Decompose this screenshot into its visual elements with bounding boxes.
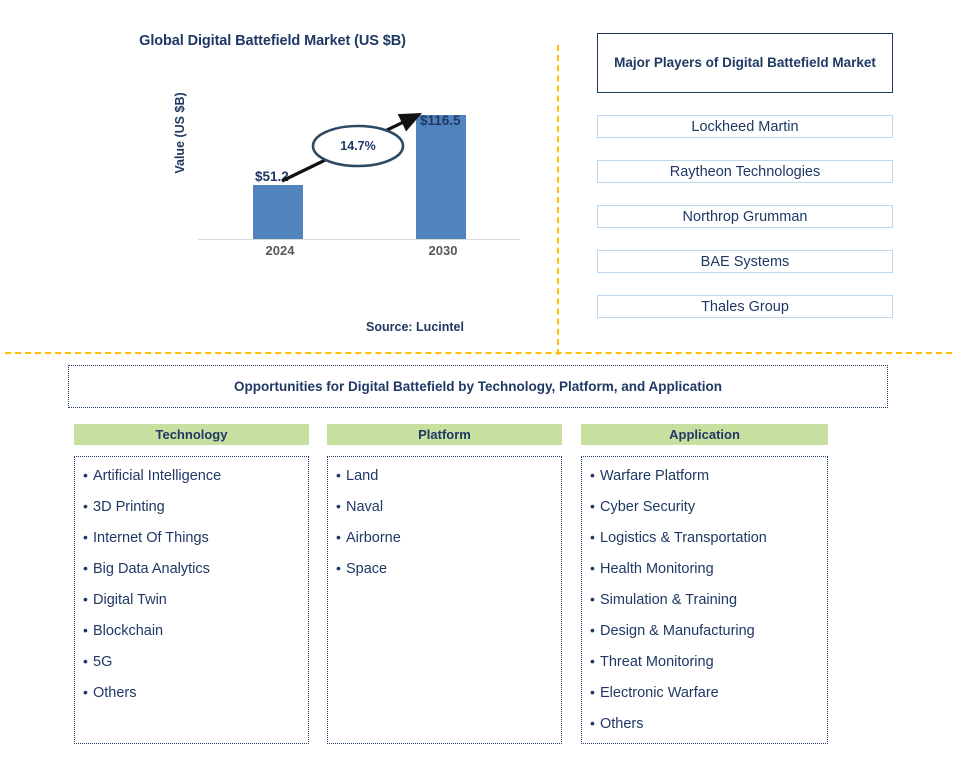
bullet-icon: •	[336, 560, 341, 576]
list-item: • Design & Manufacturing	[590, 623, 821, 639]
list-item: • Big Data Analytics	[83, 561, 302, 577]
list-item: • Airborne	[336, 530, 555, 546]
bullet-icon: •	[336, 498, 341, 514]
bullet-icon: •	[83, 529, 88, 545]
list-item-label: Others	[93, 685, 137, 701]
bullet-icon: •	[83, 653, 88, 669]
list-item: • 5G	[83, 654, 302, 670]
list-item-label: Others	[600, 716, 644, 732]
column-body-platform: • Land • Naval • Airborne • Space	[327, 456, 562, 744]
list-item: • 3D Printing	[83, 499, 302, 515]
list-item-label: Cyber Security	[600, 499, 696, 515]
list-item: • Naval	[336, 499, 555, 515]
column-header-application: Application	[581, 424, 828, 445]
list-item: • Cyber Security	[590, 499, 821, 515]
chart-axis-line	[198, 239, 520, 240]
bullet-icon: •	[590, 684, 595, 700]
list-item: • Blockchain	[83, 623, 302, 639]
bullet-icon: •	[590, 591, 595, 607]
column-body-application: • Warfare Platform • Cyber Security • Logis…	[581, 456, 828, 744]
list-item-label: Big Data Analytics	[93, 561, 210, 577]
source-note: Source: Lucintel	[366, 320, 464, 334]
bullet-icon: •	[83, 560, 88, 576]
opportunity-column-application: Application • Warfare Platform • Cyber Sec…	[581, 424, 828, 744]
list-item-label: Blockchain	[93, 623, 164, 639]
list-item: • Electronic Warfare	[590, 685, 821, 701]
y-axis-title: Value (US $B)	[173, 92, 187, 174]
list-item-label: Internet Of Things	[93, 530, 209, 546]
list-item: • Others	[590, 716, 821, 732]
list-item-label: Threat Monitoring	[600, 654, 714, 670]
opportunity-column-technology: Technology • Artificial Intelligence • 3D …	[74, 424, 309, 744]
list-item: • Simulation & Training	[590, 592, 821, 608]
bullet-icon: •	[590, 467, 595, 483]
bullet-icon: •	[590, 653, 595, 669]
bullet-icon: •	[83, 498, 88, 514]
major-players-panel: Major Players of Digital Battefield Mark…	[597, 33, 893, 318]
column-header-technology: Technology	[74, 424, 309, 445]
column-body-technology: • Artificial Intelligence • 3D Printing • I…	[74, 456, 309, 744]
list-item-label: Land	[346, 468, 379, 484]
list-item: • Threat Monitoring	[590, 654, 821, 670]
list-item: • Logistics & Transportation	[590, 530, 821, 546]
column-header-platform: Platform	[327, 424, 562, 445]
list-item-label: 3D Printing	[93, 499, 165, 515]
list-item: • Space	[336, 561, 555, 577]
bullet-icon: •	[590, 498, 595, 514]
cagr-value-label: 14.7%	[340, 139, 376, 153]
list-item: • Internet Of Things	[83, 530, 302, 546]
list-item: • Digital Twin	[83, 592, 302, 608]
list-item-label: Digital Twin	[93, 592, 167, 608]
player-box[interactable]: BAE Systems	[597, 250, 893, 273]
bullet-icon: •	[83, 684, 88, 700]
list-item-label: Health Monitoring	[600, 561, 714, 577]
list-item-label: Airborne	[346, 530, 401, 546]
list-item: • Artificial Intelligence	[83, 468, 302, 484]
list-item-label: Warfare Platform	[600, 468, 710, 484]
bullet-icon: •	[336, 529, 341, 545]
list-item-label: Simulation & Training	[600, 592, 738, 608]
vertical-divider	[557, 45, 559, 355]
bullet-icon: •	[590, 715, 595, 731]
bullet-icon: •	[83, 622, 88, 638]
list-item-label: Space	[346, 561, 388, 577]
chart-title: Global Digital Battefield Market (US $B)	[139, 33, 406, 49]
major-players-header: Major Players of Digital Battefield Mark…	[597, 33, 893, 93]
market-chart-panel: Global Digital Battefield Market (US $B)…	[0, 0, 545, 352]
bullet-icon: •	[83, 591, 88, 607]
bullet-icon: •	[590, 622, 595, 638]
player-box[interactable]: Lockheed Martin	[597, 115, 893, 138]
list-item-label: Logistics & Transportation	[600, 530, 767, 546]
list-item-label: Artificial Intelligence	[93, 468, 222, 484]
list-item: • Warfare Platform	[590, 468, 821, 484]
x-tick-2030: 2030	[428, 243, 458, 258]
list-item: • Others	[83, 685, 302, 701]
x-tick-2024: 2024	[265, 243, 295, 258]
list-item-label: Naval	[346, 499, 384, 515]
horizontal-divider	[5, 352, 952, 354]
player-box[interactable]: Thales Group	[597, 295, 893, 318]
player-box[interactable]: Northrop Grumman	[597, 205, 893, 228]
bullet-icon: •	[590, 529, 595, 545]
player-box[interactable]: Raytheon Technologies	[597, 160, 893, 183]
opportunities-banner: Opportunities for Digital Battefield by …	[68, 365, 888, 408]
list-item-label: 5G	[93, 654, 113, 670]
list-item-label: Electronic Warfare	[600, 685, 719, 701]
infographic-canvas: Global Digital Battefield Market (US $B)…	[0, 0, 957, 763]
bullet-icon: •	[590, 560, 595, 576]
opportunity-column-platform: Platform • Land • Naval • Airborne • Space	[327, 424, 562, 744]
list-item: • Health Monitoring	[590, 561, 821, 577]
list-item-label: Design & Manufacturing	[600, 623, 755, 639]
list-item: • Land	[336, 468, 555, 484]
bullet-icon: •	[336, 467, 341, 483]
bullet-icon: •	[83, 467, 88, 483]
